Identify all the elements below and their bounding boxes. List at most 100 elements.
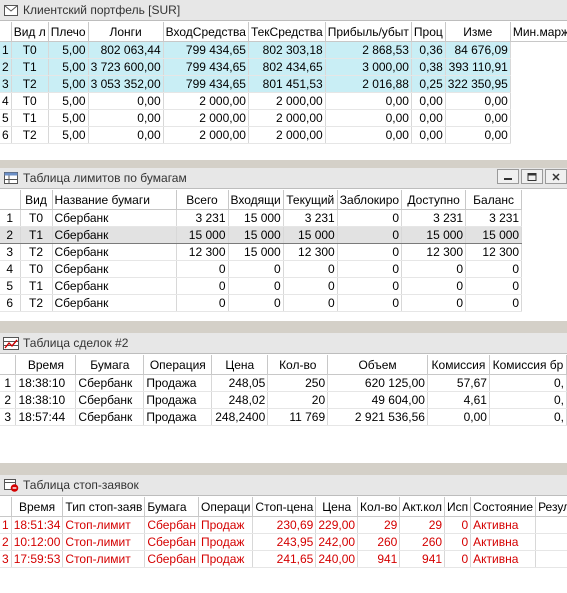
table-cell: 243,95 (252, 533, 317, 551)
deals-titlebar[interactable]: Таблица сделок #2 (0, 333, 567, 354)
table-cell: 230,69 (252, 516, 317, 534)
table-row[interactable]: 2 18:38:10 Сбербанк Продажа 248,02 20 49 604,0… (0, 391, 567, 409)
column-header[interactable]: Комиссия (427, 355, 490, 375)
column-header[interactable]: Лонги (88, 22, 164, 42)
column-header[interactable]: Входящи (228, 190, 284, 210)
table-row[interactable]: 1 18:51:34 Стоп-лимит Сбербан Продаж 230,69 22… (0, 516, 567, 534)
table-row[interactable]: 1 T0 5,00 802 063,44 799 434,65 802 303,18 2 8… (0, 41, 567, 59)
minimize-button[interactable] (497, 169, 519, 184)
column-header[interactable]: Проц (411, 22, 446, 42)
portfolio-titlebar[interactable]: Клиентский портфель [SUR] (0, 0, 567, 21)
column-header[interactable]: Резул (535, 497, 567, 517)
table-cell: 260 (357, 533, 401, 551)
table-row[interactable]: 2 T1 5,00 3 723 600,00 799 434,65 802 434,65 3… (0, 58, 567, 76)
column-header[interactable]: Состояние (470, 497, 537, 517)
table-cell: 802 303,18 (248, 41, 326, 59)
table-cell: 250 (267, 374, 329, 392)
table-cell: 3 231 (401, 209, 467, 227)
column-header[interactable] (0, 497, 12, 517)
table-cell: Сбербан (144, 516, 199, 534)
column-header[interactable]: Время (11, 497, 64, 517)
maximize-button[interactable] (521, 169, 543, 184)
table-cell: 0 (337, 226, 403, 244)
table-row[interactable]: 4 T0 5,00 0,00 2 000,00 2 000,00 0,00 0,00 0,00 (0, 92, 567, 110)
column-header[interactable]: Текущий (283, 190, 338, 210)
table-cell: 802 063,44 (88, 41, 164, 59)
table-cell: Продаж (198, 516, 254, 534)
table-cell: 0 (283, 260, 338, 278)
window-controls (497, 169, 567, 184)
column-header[interactable]: Всего (176, 190, 229, 210)
table-cell: 18:51:34 (11, 516, 64, 534)
table-row[interactable]: 3 T2 Сбербанк 12 300 15 000 12 300 0 12 300 12 3… (0, 243, 523, 261)
table-cell: 0,00 (411, 92, 446, 110)
table-row[interactable]: 3 T2 5,00 3 053 352,00 799 434,65 801 451,53 2… (0, 75, 567, 93)
column-header[interactable] (0, 22, 12, 42)
column-header[interactable]: Акт.кол (399, 497, 446, 517)
column-header[interactable]: Прибыль/убыт (325, 22, 412, 42)
column-header[interactable]: Цена (211, 355, 269, 375)
table-row[interactable]: 6 T2 Сбербанк 0 0 0 0 0 0 (0, 294, 523, 312)
column-header[interactable]: Заблокиро (337, 190, 403, 210)
row-number: 6 (0, 126, 12, 144)
table-row[interactable]: 2 T1 Сбербанк 15 000 15 000 15 000 0 15 000 15 0… (0, 226, 523, 244)
column-header[interactable]: Бумага (144, 497, 199, 517)
column-header[interactable]: Изме (445, 22, 511, 42)
table-cell: 3 053 352,00 (88, 75, 164, 93)
column-header[interactable]: Вид (20, 190, 53, 210)
stops-titlebar[interactable]: Таблица стоп-заявок (0, 475, 567, 496)
table-row[interactable]: 5 T1 5,00 0,00 2 000,00 2 000,00 0,00 0,00 0,00 (0, 109, 567, 127)
table-row[interactable]: 3 17:59:53 Стоп-лимит Сбербан Продаж 241,65 24… (0, 550, 567, 568)
table-cell (535, 516, 567, 534)
close-button[interactable] (545, 169, 567, 184)
table-cell: 802 434,65 (248, 58, 326, 76)
table-row[interactable]: 4 T0 Сбербанк 0 0 0 0 0 0 (0, 260, 523, 278)
column-header[interactable]: Вид л (11, 22, 49, 42)
table-cell: 322 350,95 (445, 75, 511, 93)
table-row[interactable]: 2 10:12:00 Стоп-лимит Сбербан Продаж 243,95 24… (0, 533, 567, 551)
column-header[interactable]: Стоп-цена (252, 497, 317, 517)
column-header[interactable]: Название бумаги (52, 190, 177, 210)
table-cell: Продаж (198, 533, 254, 551)
column-header[interactable]: Операци (198, 497, 254, 517)
limits-titlebar[interactable]: Таблица лимитов по бумагам (0, 168, 567, 189)
table-cell: 0, (489, 391, 567, 409)
table-cell: 0,36 (411, 41, 446, 59)
row-number: 3 (0, 243, 21, 261)
limits-table: Вид Название бумаги Всего Входящи Текущи… (0, 190, 523, 312)
table-row[interactable]: 5 T1 Сбербанк 0 0 0 0 0 0 (0, 277, 523, 295)
table-row[interactable]: 6 T2 5,00 0,00 2 000,00 2 000,00 0,00 0,00 0,00 (0, 126, 567, 144)
table-cell (535, 550, 567, 568)
column-header[interactable]: Комиссия бр (489, 355, 567, 375)
table-cell: Сбербанк (75, 374, 145, 392)
table-cell: 0,25 (411, 75, 446, 93)
table-cell: Продажа (143, 408, 213, 426)
table-cell: T0 (11, 92, 49, 110)
table-row[interactable]: 3 18:57:44 Сбербанк Продажа 248,2400 11 769 2 … (0, 408, 567, 426)
column-header[interactable]: Операция (143, 355, 213, 375)
column-header[interactable]: Объем (327, 355, 428, 375)
row-number: 1 (0, 41, 12, 59)
column-header[interactable]: Кол-во (267, 355, 329, 375)
table-cell: 799 434,65 (163, 58, 249, 76)
column-header[interactable]: Время (15, 355, 77, 375)
column-header[interactable]: Баланс (465, 190, 523, 210)
table-cell: 5,00 (48, 41, 89, 59)
column-header[interactable]: ТекСредства (248, 22, 326, 42)
column-header[interactable] (0, 355, 17, 375)
table-row[interactable]: 1 T0 Сбербанк 3 231 15 000 3 231 0 3 231 3 231 (0, 209, 523, 227)
table-cell: 2 921 536,56 (327, 408, 428, 426)
column-header[interactable]: Цена (315, 497, 359, 517)
column-header[interactable]: Мин.маржа (510, 22, 567, 42)
column-header[interactable]: Тип стоп-заяв (62, 497, 146, 517)
column-header[interactable]: ВходСредства (163, 22, 249, 42)
column-header[interactable]: Плечо (48, 22, 89, 42)
column-header[interactable]: Кол-во (357, 497, 401, 517)
column-header[interactable]: Доступно (401, 190, 467, 210)
table-cell: 941 (399, 550, 446, 568)
column-header[interactable]: Бумага (75, 355, 145, 375)
column-header[interactable]: Исп (444, 497, 472, 517)
table-row[interactable]: 1 18:38:10 Сбербанк Продажа 248,05 250 620 125… (0, 374, 567, 392)
column-header[interactable] (0, 190, 21, 210)
row-number: 2 (0, 58, 12, 76)
